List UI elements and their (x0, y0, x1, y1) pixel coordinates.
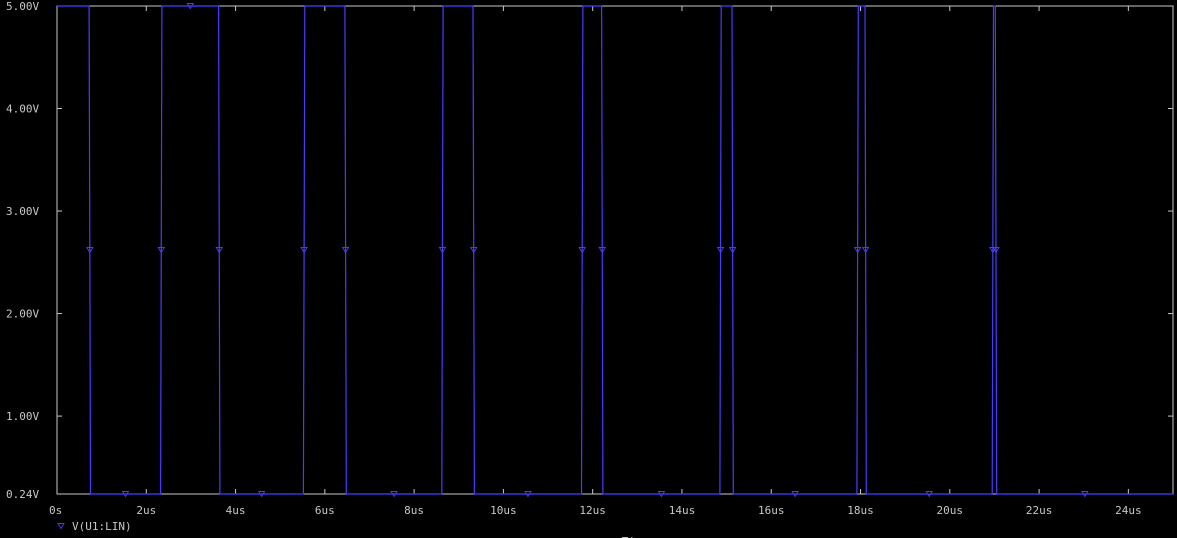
legend-label: V(U1:LIN) (72, 520, 132, 533)
y-tick-label: 3.00V (6, 205, 39, 218)
series-line (57, 5, 1173, 495)
marker-group (86, 3, 1089, 498)
y-axis-ticks: 0.24V 1.00V 2.00V 3.00V 4.00V 5.00V (6, 0, 1173, 501)
x-tick-label: 8us (404, 504, 424, 517)
x-tick-label: 20us (937, 504, 964, 517)
legend-marker (57, 523, 65, 530)
x-tick-label: 2us (136, 504, 156, 517)
x-tick-label: 6us (315, 504, 335, 517)
plot-border (56, 5, 1174, 495)
y-tick-label: 5.00V (6, 0, 39, 13)
y-tick-label: 0.24V (6, 488, 39, 501)
x-tick-label: 22us (1026, 504, 1053, 517)
x-tick-label: 0s (49, 504, 62, 517)
trace-group (57, 5, 1173, 495)
x-axis-ticks: 0s 2us 4us 6us 8us 10us 12us 14us 16us 18us 20us 22… (49, 6, 1142, 538)
y-tick-label: 4.00V (6, 103, 39, 116)
y-tick-label: 2.00V (6, 308, 39, 321)
x-tick-label: 24us (1115, 504, 1142, 517)
y-tick-label: 1.00V (6, 410, 39, 423)
x-tick-label: 18us (847, 504, 874, 517)
x-tick-label: 14us (669, 504, 696, 517)
chart-plot: 0.24V 1.00V 2.00V 3.00V 4.00V 5.00V 0s 2us 4us 6… (6, 0, 1174, 538)
x-tick-label: 16us (758, 504, 785, 517)
legend: V(U1:LIN) (57, 520, 132, 533)
x-tick-label: 12us (579, 504, 606, 517)
plot-frame (56, 5, 1174, 495)
x-tick-label: 10us (490, 504, 517, 517)
x-tick-label: 4us (226, 504, 246, 517)
